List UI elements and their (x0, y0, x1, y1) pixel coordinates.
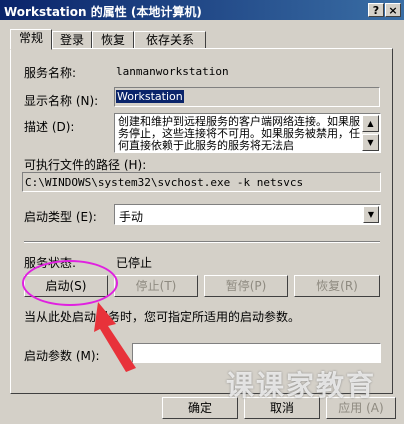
description-label: 描述 (D): (24, 120, 75, 134)
tab-logon[interactable]: 登录 (52, 31, 92, 49)
pause-button[interactable]: 暂停(P) (204, 275, 288, 297)
tab-dependencies[interactable]: 依存关系 (134, 31, 206, 49)
start-params-label: 启动参数 (M): (24, 349, 100, 363)
exe-path-label: 可执行文件的路径 (H): (24, 158, 147, 172)
scroll-down-icon[interactable]: ▼ (362, 134, 379, 151)
startup-type-select[interactable]: 手动 ▼ (114, 204, 381, 225)
help-button[interactable]: ? (368, 3, 384, 17)
annotation-arrow-icon (94, 302, 136, 372)
display-name-value: Workstation (116, 90, 184, 103)
start-params-hint: 当从此处启动服务时，您可指定所适用的启动参数。 (24, 310, 301, 324)
description-scrollbar[interactable]: ▲ ▼ (362, 115, 379, 151)
resume-button[interactable]: 恢复(R) (294, 275, 380, 297)
service-status-value: 已停止 (116, 256, 153, 270)
exe-path-value: C:\WINDOWS\system32\svchost.exe -k netsv… (25, 176, 304, 189)
close-button[interactable]: × (385, 3, 401, 17)
start-params-input[interactable] (132, 343, 381, 363)
scroll-up-icon[interactable]: ▲ (362, 115, 379, 132)
description-text: 创建和维护到远程服务的客户端网络连接。如果服务停止，这些连接将不可用。如果服务被… (116, 115, 362, 151)
startup-type-label: 启动类型 (E): (24, 210, 97, 224)
chevron-down-icon[interactable]: ▼ (363, 206, 379, 223)
display-name-label: 显示名称 (N): (24, 94, 99, 108)
watermark: 课课家教育 (226, 369, 377, 402)
service-name-value: lanmanworkstation (116, 65, 229, 78)
display-name-field[interactable]: Workstation (114, 87, 380, 107)
service-name-label: 服务名称: (24, 66, 77, 80)
stop-button[interactable]: 停止(T) (114, 275, 198, 297)
separator (24, 241, 380, 243)
startup-type-value: 手动 (119, 210, 144, 224)
tab-recovery[interactable]: 恢复 (92, 31, 134, 49)
title-bar: Workstation 的属性 (本地计算机) ? × (0, 0, 404, 20)
exe-path-field: C:\WINDOWS\system32\svchost.exe -k netsv… (22, 172, 381, 192)
annotation-circle (22, 260, 118, 306)
window-title: Workstation 的属性 (本地计算机) (4, 5, 202, 19)
tab-general[interactable]: 常规 (10, 29, 52, 50)
